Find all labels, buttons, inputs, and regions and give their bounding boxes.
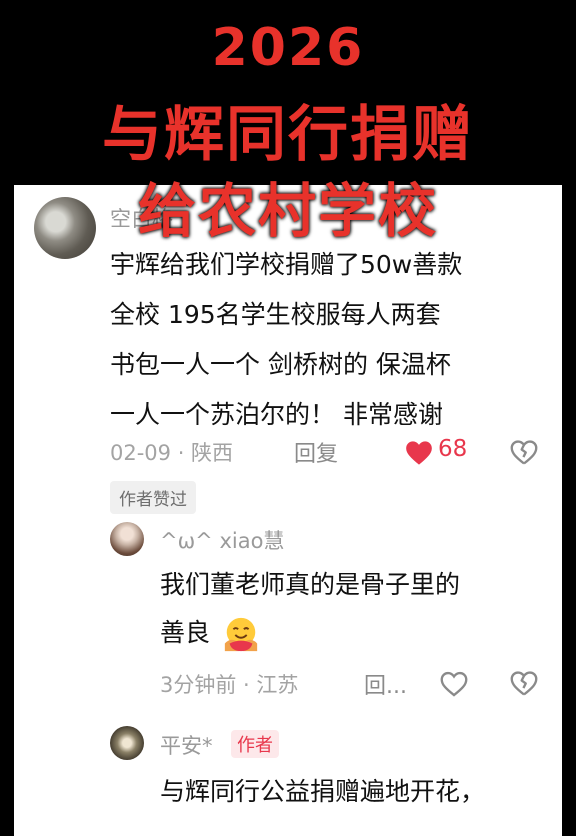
title-year: 2026: [211, 18, 365, 78]
reply-text-line: 善良: [160, 618, 211, 647]
broken-heart-icon[interactable]: [510, 670, 538, 698]
avatar[interactable]: [110, 726, 144, 760]
comment-section: 空白格 宇辉给我们学校捐赠了50w善款 全校 195名学生校服每人两套 书包一人…: [14, 185, 562, 836]
reply-text-line: 我们董老师真的是骨子里的: [160, 570, 461, 599]
like-count: 68: [438, 436, 468, 462]
avatar[interactable]: [110, 522, 144, 556]
author-liked-badge: 作者赞过: [110, 481, 196, 514]
author-badge: 作者: [231, 730, 279, 758]
reply-username[interactable]: ^ω^ xiao慧: [160, 525, 284, 555]
reply-button[interactable]: 回...: [364, 668, 407, 700]
reply-button[interactable]: 回复: [294, 436, 338, 468]
comment-text-line: 一人一个苏泊尔的！ 非常感谢: [110, 400, 443, 429]
title-line-2: 与辉同行捐赠: [102, 100, 474, 170]
heart-icon[interactable]: [440, 671, 468, 697]
reply-username[interactable]: 平安*: [160, 730, 213, 760]
comment-meta: 02-09 · 陕西: [110, 441, 234, 465]
title-line-3: 给农村学校: [137, 177, 438, 245]
reply-text-line: 与辉同行公益捐赠遍地开花，: [160, 777, 486, 806]
broken-heart-icon[interactable]: [510, 439, 538, 467]
comment-text-line: 书包一人一个 剑桥树的 保温杯: [110, 350, 451, 379]
hug-emoji-icon: [224, 617, 258, 652]
heart-icon[interactable]: [405, 440, 433, 466]
reply-meta: 3分钟前 · 江苏: [160, 673, 299, 697]
comment-text-line: 全校 195名学生校服每人两套: [110, 300, 441, 329]
